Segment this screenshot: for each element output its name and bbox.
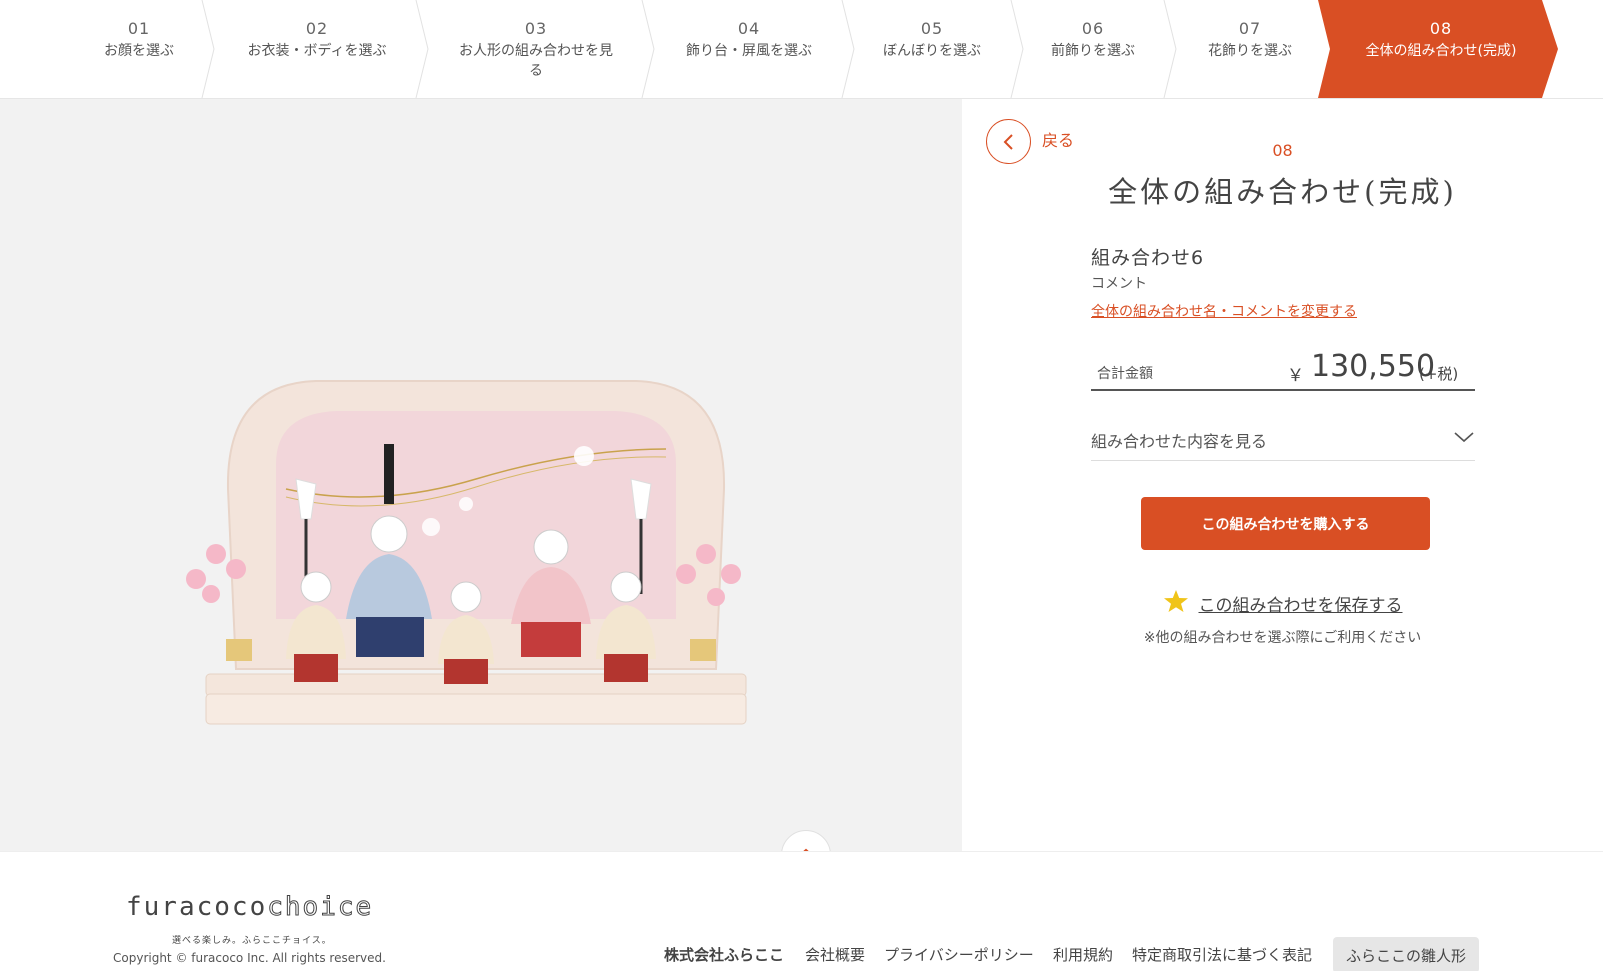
footer-link-about[interactable]: 会社概要 [805,944,865,965]
chevron-down-icon [1453,429,1475,448]
step-label: 花飾りを選ぶ [1208,43,1292,59]
step-number: 08 [1429,19,1453,38]
step-05[interactable]: 05 ぼんぼりを選ぶ [862,0,1002,98]
tagline: 選べる楽しみ。ふらここチョイス。 [172,936,332,946]
combination-detail-panel: 戻る 08 全体の組み合わせ(完成) 組み合わせ6 コメント 全体の組み合わせ名… [962,99,1603,851]
currency-symbol: ￥ [1287,366,1304,386]
total-price-value: 130,550 [1311,349,1436,384]
total-price-label: 合計金額 [1097,366,1153,382]
step-number: 03 [524,19,548,38]
footer-links: 株式会社ふらここ [664,944,784,965]
copyright: Copyright © furacoco Inc. All rights res… [113,951,386,965]
step-04[interactable]: 04 飾り台・屏風を選ぶ [660,0,838,98]
hina-doll-set-image [186,380,747,725]
step-03[interactable]: 03 お人形の組み合わせを見る [446,0,626,98]
combination-comment: コメント [1091,276,1147,292]
footer: furacocochoice 選べる楽しみ。ふらここチョイス。 Copyrigh… [0,851,1603,971]
step-label: 前飾りを選ぶ [1051,43,1135,59]
footer-links-3: プライバシーポリシー [884,944,1034,965]
page-title: 全体の組み合わせ(完成) [1108,175,1457,209]
footer-link-tokushoho[interactable]: 特定商取引法に基づく表記 [1132,944,1312,965]
save-note: ※他の組み合わせを選ぶ際にご利用ください [1143,630,1422,646]
step-number: 02 [305,19,329,38]
product-preview-panel [0,99,962,851]
step-07[interactable]: 07 花飾りを選ぶ [1180,0,1320,98]
step-number: 01 [127,19,151,38]
total-price-row: 合計金額 ￥ 130,550 (+税) [1091,349,1475,391]
step-08[interactable]: 08 全体の組み合わせ(完成) [1330,0,1552,98]
footer-links-2: 会社概要 [805,944,865,965]
footer-link-privacy[interactable]: プライバシーポリシー [884,944,1034,965]
step-number: 04 [737,19,761,38]
step-label: お人形の組み合わせを見る [459,43,613,79]
step-label: 全体の組み合わせ(完成) [1365,43,1517,59]
step-progress-bar: 01 お顔を選ぶ 02 お衣装・ボディを選ぶ 03 お人形の組み合わせを見る 0… [0,0,1603,99]
step-label: お衣装・ボディを選ぶ [247,43,387,59]
star-icon [1163,589,1189,617]
step-number: 06 [1081,19,1105,38]
step-label: お顔を選ぶ [104,43,174,59]
footer-link-terms[interactable]: 利用規約 [1053,944,1113,965]
view-contents-label: 組み合わせた内容を見る [1091,432,1268,451]
step-number: 05 [920,19,944,38]
purchase-button[interactable]: この組み合わせを購入する [1141,497,1430,550]
tax-note: (+税) [1419,365,1459,383]
view-contents-accordion[interactable]: 組み合わせた内容を見る [1091,425,1475,461]
step-06[interactable]: 06 前飾りを選ぶ [1028,0,1158,98]
step-label: ぼんぼりを選ぶ [883,43,981,59]
change-name-comment-link[interactable]: 全体の組み合わせ名・コメントを変更する [1091,301,1357,321]
footer-links-4: 利用規約 [1053,944,1113,965]
furacoco-choice-logo[interactable]: furacocochoice [126,892,374,923]
combination-name: 組み合わせ6 [1091,247,1205,269]
logo-main: furacoco [126,892,268,922]
step-01[interactable]: 01 お顔を選ぶ [70,0,208,98]
step-number: 07 [1238,19,1262,38]
step-number-label: 08 [1272,141,1293,160]
step-label: 飾り台・屏風を選ぶ [686,43,812,59]
step-02[interactable]: 02 お衣装・ボディを選ぶ [222,0,412,98]
furacoco-hina-dolls-button[interactable]: ふらここの雛人形 [1333,937,1479,971]
footer-links-5: 特定商取引法に基づく表記 [1132,944,1312,965]
save-combination-button[interactable]: この組み合わせを保存する [962,589,1603,617]
footer-link-company[interactable]: 株式会社ふらここ [664,944,784,965]
logo-sub: choice [267,892,374,923]
save-combination-label: この組み合わせを保存する [1198,595,1403,616]
